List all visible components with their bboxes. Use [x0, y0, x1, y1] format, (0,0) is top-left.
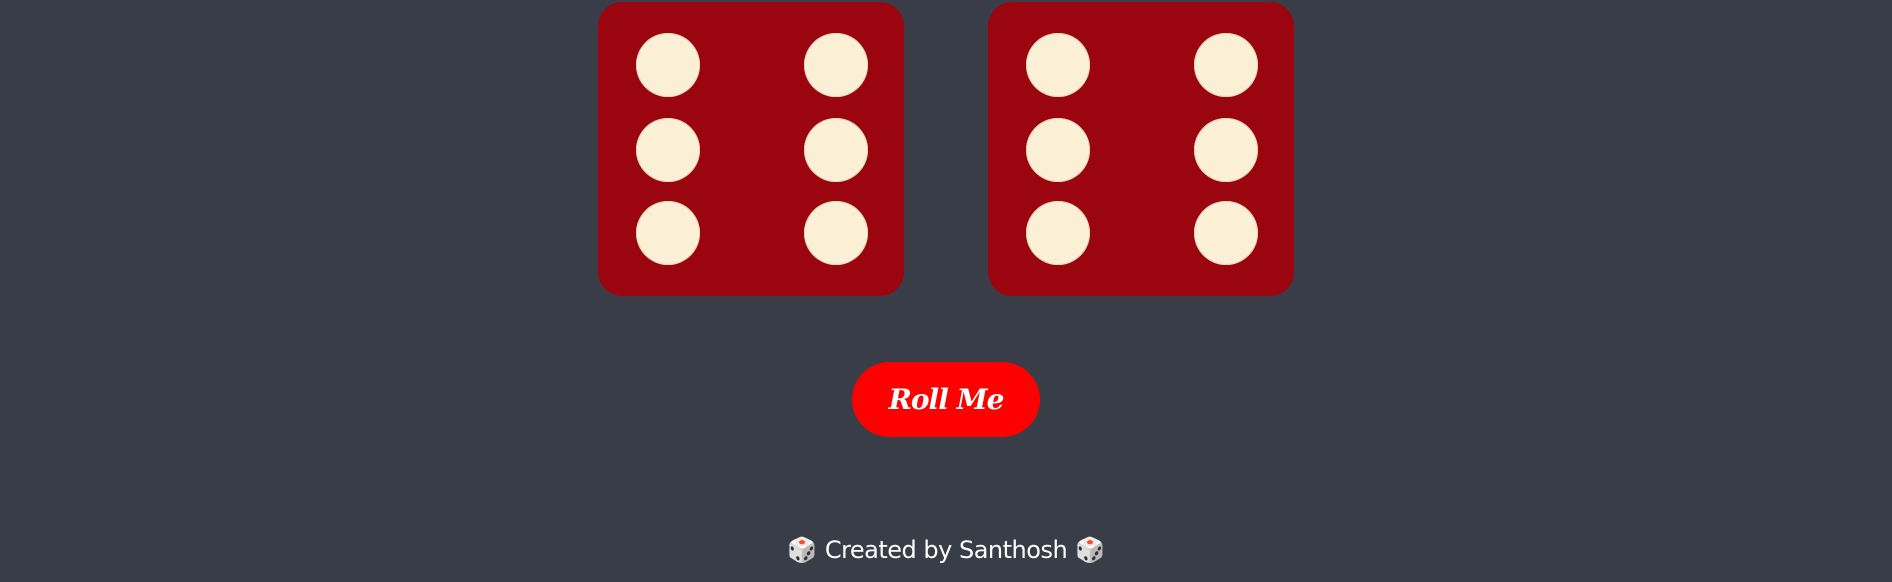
left-die: [598, 2, 904, 296]
dice-row: [0, 2, 1892, 296]
footer: 🎲 Created by Santhosh 🎲: [0, 530, 1892, 570]
footer-text: Created by Santhosh: [824, 536, 1068, 564]
right-die: [988, 2, 1294, 296]
die-pip: [1026, 201, 1090, 265]
dice-icon: 🎲: [1075, 536, 1105, 564]
roll-me-button[interactable]: Roll Me: [852, 362, 1040, 437]
page: Roll Me 🎲 Created by Santhosh 🎲: [0, 0, 1892, 582]
die-pip: [636, 118, 700, 182]
die-pip: [1194, 33, 1258, 97]
die-pip: [636, 201, 700, 265]
die-pip: [804, 201, 868, 265]
dice-icon: 🎲: [787, 536, 817, 564]
die-pip: [804, 33, 868, 97]
die-pip: [1194, 201, 1258, 265]
die-pip: [804, 118, 868, 182]
die-pip: [636, 33, 700, 97]
die-pip: [1194, 118, 1258, 182]
die-pip: [1026, 33, 1090, 97]
die-pip: [1026, 118, 1090, 182]
